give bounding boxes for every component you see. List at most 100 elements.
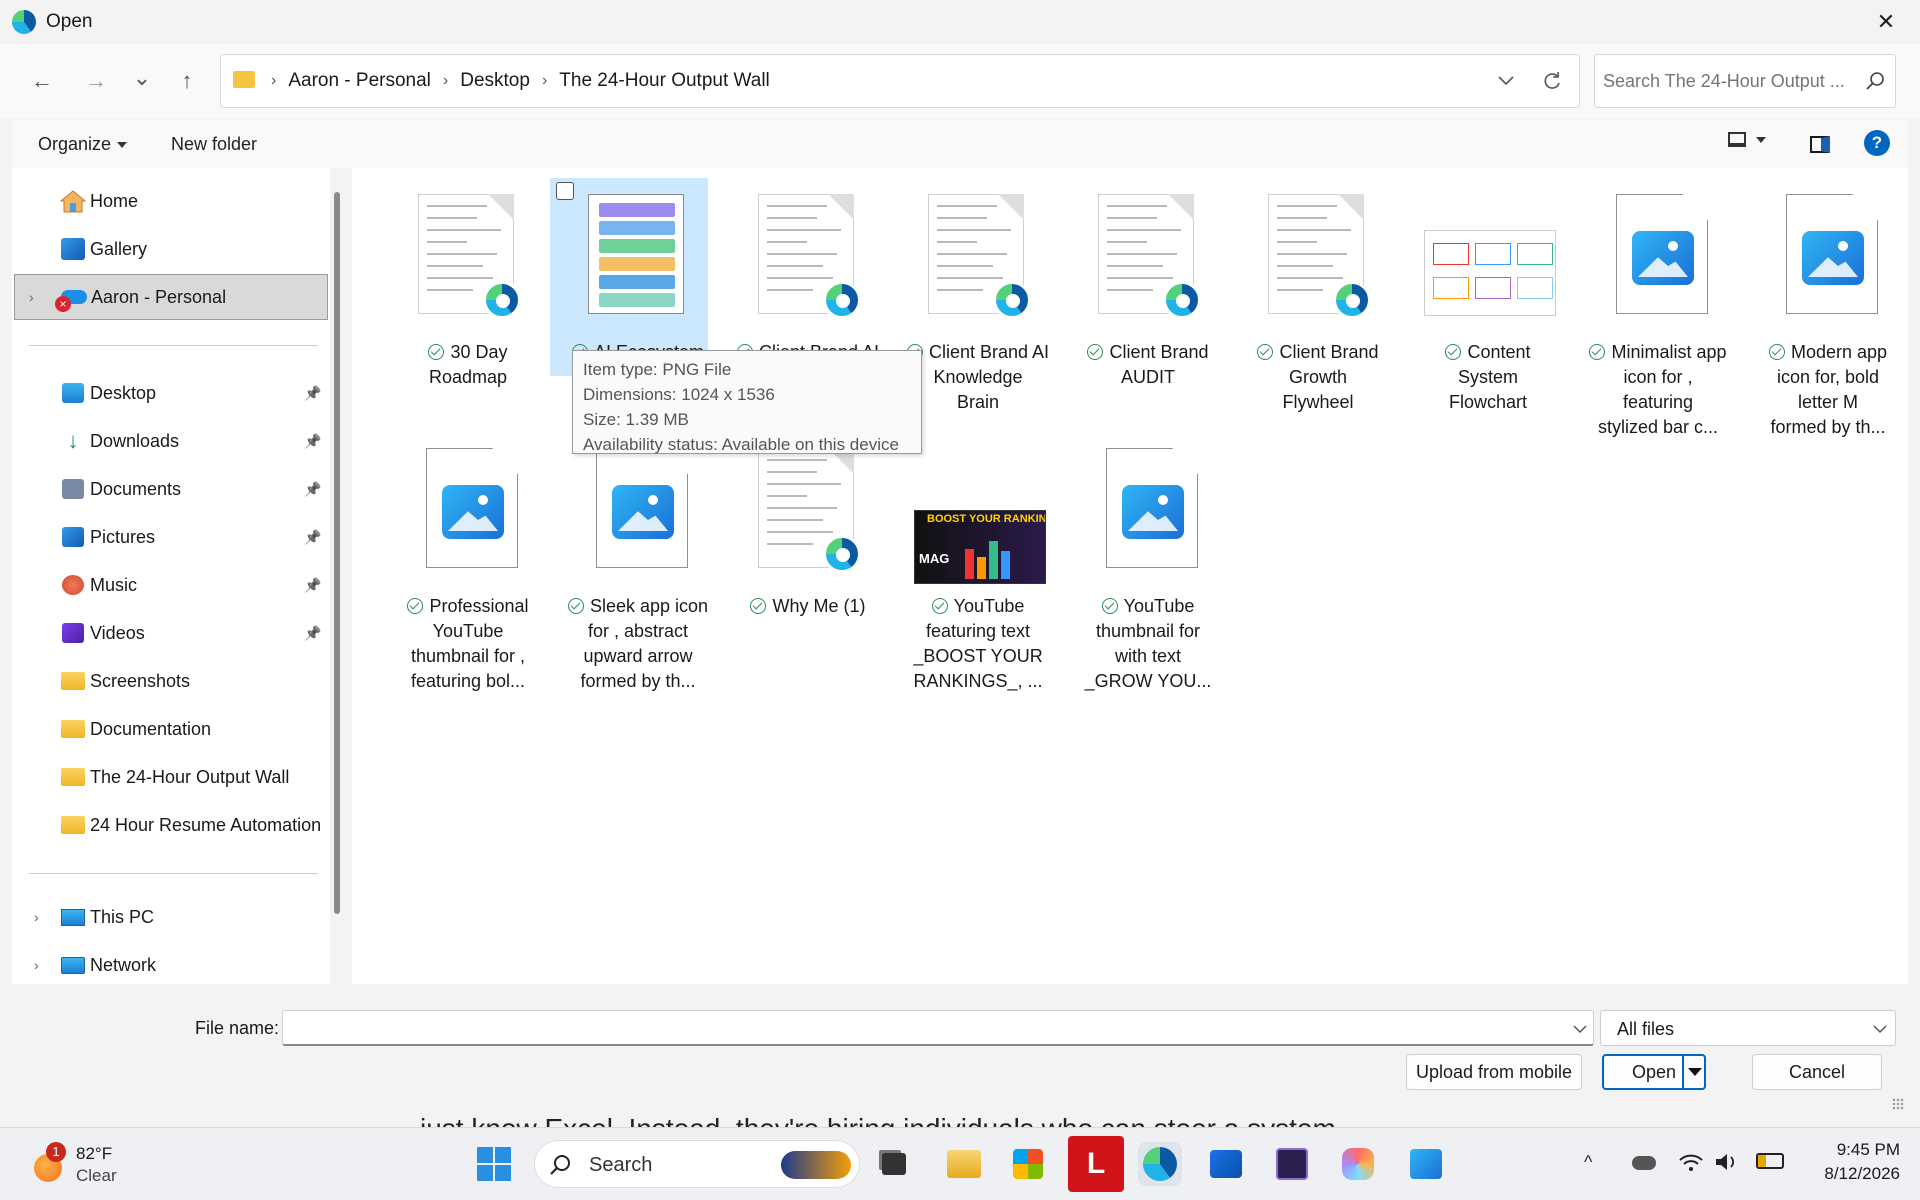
image-file-icon	[406, 448, 530, 578]
file-item[interactable]: Modern app icon for, bold letter M formed b…	[1748, 182, 1908, 437]
outlook-button[interactable]	[1204, 1142, 1248, 1186]
file-item[interactable]: Why Me (1)	[728, 436, 888, 686]
file-type-select[interactable]: All files	[1600, 1010, 1896, 1046]
file-name-line: YouTube	[953, 596, 1025, 616]
nav-quick-item[interactable]: Screenshots	[12, 658, 330, 704]
cancel-button[interactable]: Cancel	[1752, 1054, 1882, 1090]
file-explorer-button[interactable]	[942, 1142, 986, 1186]
help-button[interactable]: ?	[1864, 130, 1890, 156]
cancel-label: Cancel	[1788, 1061, 1846, 1082]
app-l-button[interactable]: L	[1068, 1136, 1124, 1192]
file-name: YouTube thumbnail for with text _GROW YOU..…	[1068, 594, 1228, 694]
file-item[interactable]: Sleek app icon for , abstract upward arrow…	[558, 436, 718, 691]
resize-grip[interactable]	[1892, 1098, 1904, 1110]
file-name-line: Brain	[956, 392, 1000, 412]
filename-input[interactable]	[289, 1015, 1549, 1041]
forward-button[interactable]: →	[76, 61, 116, 101]
preview-pane-button[interactable]	[1808, 132, 1832, 156]
nav-quick-item[interactable]: Desktop 📌	[12, 370, 330, 416]
pin-icon[interactable]: 📌	[304, 529, 321, 546]
file-name: Minimalist app icon for , featuring stylize…	[1578, 340, 1738, 440]
nav-onedrive[interactable]: › × Aaron - Personal	[14, 274, 328, 320]
file-item[interactable]: Content System Flowchart	[1408, 182, 1568, 432]
task-view-icon	[882, 1153, 906, 1175]
caret-down-icon[interactable]	[1688, 1068, 1702, 1076]
file-item[interactable]: YouTube thumbnail for with text _GROW YOU..…	[1068, 436, 1228, 691]
youtube-thumbnail-title: BOOST YOUR RANKINGS	[927, 513, 1046, 525]
pin-icon[interactable]: 📌	[304, 433, 321, 450]
breadcrumb-item-output-wall[interactable]: The 24-Hour Output Wall	[559, 70, 770, 92]
weather-widget[interactable]: 1 82°F Clear	[24, 1138, 144, 1188]
task-view-button[interactable]	[872, 1142, 916, 1186]
close-button[interactable]: ✕	[1864, 6, 1908, 38]
nav-quick-item[interactable]: The 24-Hour Output Wall	[12, 754, 330, 800]
youtube-thumbnail-logo: MAG	[919, 551, 950, 566]
show-hidden-icons-button[interactable]: ^	[1584, 1152, 1592, 1173]
file-item[interactable]: BOOST YOUR RANKINGS MAG YouTube featuring t…	[898, 436, 1058, 691]
nav-network[interactable]: › Network	[12, 942, 330, 988]
nav-quick-item[interactable]: Videos 📌	[12, 610, 330, 656]
chevron-down-icon[interactable]	[1573, 1025, 1587, 1034]
nav-quick-item[interactable]: Pictures 📌	[12, 514, 330, 560]
file-item[interactable]: 30 Day Roadmap	[388, 182, 548, 432]
copilot-button[interactable]	[1336, 1142, 1380, 1186]
file-item[interactable]: Client Brand AI Knowledge Brain	[898, 182, 1058, 432]
volume-icon[interactable]	[1714, 1151, 1740, 1173]
pin-icon[interactable]: 📌	[304, 385, 321, 402]
taskbar-search[interactable]: Search	[534, 1140, 860, 1188]
weather-desc: Clear	[76, 1166, 117, 1185]
search-input[interactable]	[1603, 67, 1853, 95]
app-dark-button[interactable]	[1270, 1142, 1314, 1186]
back-button[interactable]: ←	[22, 61, 62, 101]
nav-quick-item[interactable]: Documents 📌	[12, 466, 330, 512]
nav-onedrive-label: Aaron - Personal	[91, 286, 227, 307]
search-box[interactable]	[1594, 54, 1896, 108]
nav-home-label: Home	[90, 190, 139, 211]
new-folder-button[interactable]: New folder	[171, 134, 257, 155]
file-item[interactable]: Minimalist app icon for , featuring stylize…	[1578, 182, 1738, 437]
clock[interactable]: 9:45 PM 8/12/2026	[1800, 1140, 1900, 1184]
filename-field[interactable]	[282, 1010, 1594, 1046]
file-item[interactable]: Client Brand Growth Flywheel	[1238, 182, 1398, 432]
file-name-line: for , abstract	[587, 621, 689, 641]
battery-icon[interactable]	[1756, 1153, 1784, 1169]
nav-gallery[interactable]: Gallery	[12, 226, 330, 272]
address-history-dropdown[interactable]	[1491, 67, 1521, 95]
organize-button[interactable]: Organize	[38, 134, 128, 155]
open-button[interactable]: Open	[1602, 1054, 1706, 1090]
start-button[interactable]	[472, 1142, 516, 1186]
file-item[interactable]: Professional YouTube thumbnail for , featur…	[388, 436, 548, 691]
wifi-icon[interactable]	[1678, 1152, 1704, 1172]
nav-quick-item[interactable]: 24 Hour Resume Automation	[12, 802, 330, 848]
recent-locations-button[interactable]: ⌄	[122, 58, 162, 98]
file-item[interactable]: Client Brand AUDIT	[1068, 182, 1228, 432]
nav-quick-item[interactable]: Music 📌	[12, 562, 330, 608]
view-icon	[1728, 132, 1746, 147]
breadcrumb-item-aaron-personal[interactable]: Aaron - Personal	[288, 70, 431, 92]
upload-from-mobile-button[interactable]: Upload from mobile	[1406, 1054, 1582, 1090]
refresh-button[interactable]	[1537, 67, 1567, 95]
edge-button[interactable]	[1138, 1142, 1182, 1186]
taskbar: 1 82°F Clear Search L ^ 9:45 PM 8/12/202…	[0, 1127, 1920, 1200]
nav-quick-item[interactable]: Documentation	[12, 706, 330, 752]
photos-button[interactable]	[1404, 1142, 1448, 1186]
breadcrumb-separator: ›	[271, 72, 277, 89]
file-name: 30 Day Roadmap	[388, 340, 548, 390]
nav-quick-item-label: 24 Hour Resume Automation	[90, 814, 322, 835]
nav-home[interactable]: Home	[12, 178, 330, 224]
address-bar[interactable]: › Aaron - Personal › Desktop › The 24-Ho…	[220, 54, 1580, 108]
breadcrumb-item-desktop[interactable]: Desktop	[460, 70, 530, 92]
nav-this-pc[interactable]: › This PC	[12, 894, 330, 940]
nav-quick-item[interactable]: ↓ Downloads 📌	[12, 418, 330, 464]
documents-icon	[60, 476, 86, 502]
document-thumbnail	[406, 194, 530, 324]
onedrive-tray-icon[interactable]	[1632, 1156, 1656, 1170]
pin-icon[interactable]: 📌	[304, 625, 321, 642]
change-view-button[interactable]	[1728, 132, 1766, 147]
nav-scrollbar[interactable]	[334, 192, 340, 914]
youtube-thumbnail: BOOST YOUR RANKINGS MAG	[914, 448, 1046, 584]
pin-icon[interactable]: 📌	[304, 577, 321, 594]
store-button[interactable]	[1006, 1142, 1050, 1186]
up-button[interactable]: ↑	[167, 61, 207, 101]
pin-icon[interactable]: 📌	[304, 481, 321, 498]
